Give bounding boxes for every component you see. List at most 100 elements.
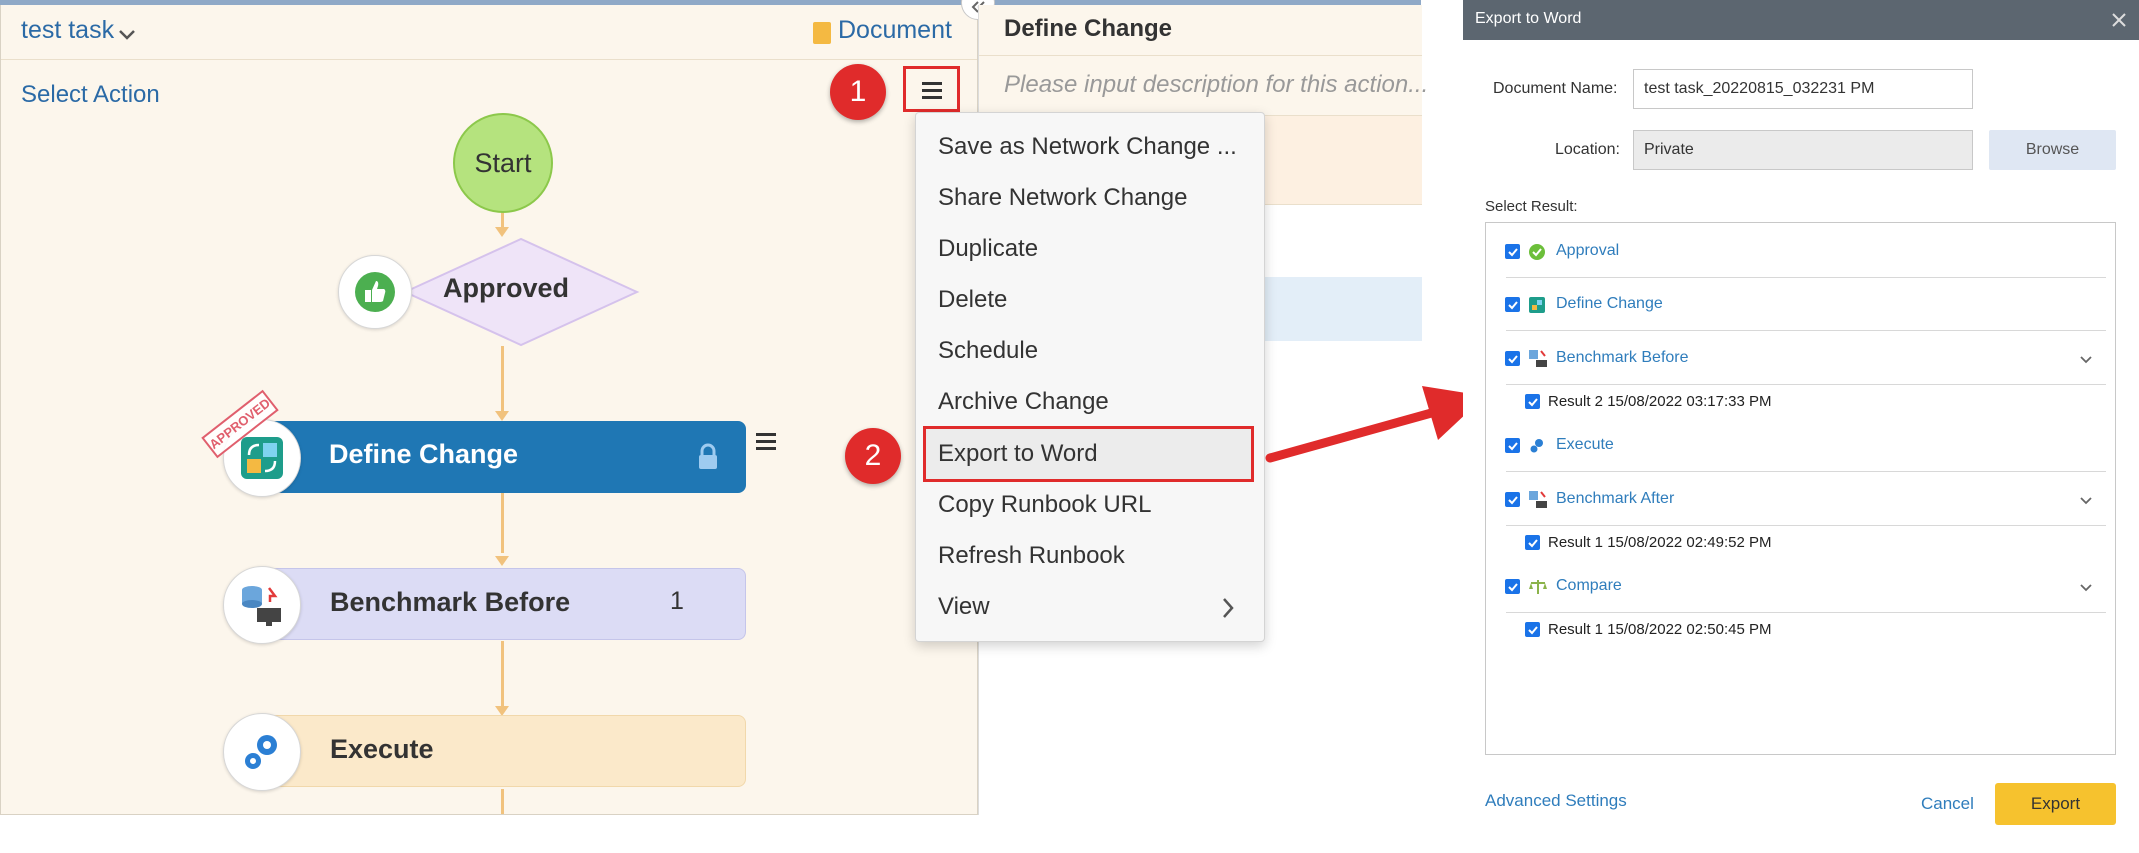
location-input: Private <box>1633 130 1973 170</box>
flow-connector <box>501 493 504 553</box>
detail-header: Define Change <box>979 5 1422 55</box>
result-separator <box>1506 330 2106 331</box>
execute-node-label: Execute <box>330 734 434 764</box>
result-separator <box>1506 471 2106 472</box>
execute-node-icon <box>223 713 301 791</box>
define-change-icon <box>241 437 283 479</box>
chevron-down-icon[interactable] <box>2079 353 2093 367</box>
execute-node[interactable]: Execute <box>251 715 746 787</box>
compare-result-checkbox[interactable] <box>1525 622 1540 637</box>
result-approval[interactable]: Approval <box>1556 242 1619 260</box>
browse-button[interactable]: Browse <box>1989 130 2116 170</box>
result-separator <box>1506 525 2106 526</box>
description-input[interactable]: Please input description for this action… <box>979 55 1428 115</box>
benchmark-after-checkbox[interactable] <box>1505 492 1520 507</box>
runbook-canvas: test task Document Select Action Start A… <box>0 0 978 815</box>
menu-item-save-as-network-change[interactable]: Save as Network Change ... <box>938 133 1237 161</box>
approval-checkbox[interactable] <box>1505 244 1520 259</box>
benchmark-icon <box>1529 491 1547 508</box>
benchmark-after-result-checkbox[interactable] <box>1525 535 1540 550</box>
runbook-header: test task Document <box>1 6 977 60</box>
menu-item-copy-runbook-url[interactable]: Copy Runbook URL <box>938 491 1151 519</box>
start-node[interactable]: Start <box>453 113 553 213</box>
benchmark-before-count: 1 <box>670 587 684 615</box>
compare-result[interactable]: Result 1 15/08/2022 02:50:45 PM <box>1548 621 1772 638</box>
node-menu-icon[interactable] <box>755 431 777 451</box>
runbook-title[interactable]: test task <box>21 16 114 45</box>
benchmark-before-node-icon <box>223 566 301 644</box>
result-separator <box>1506 277 2106 278</box>
start-node-label: Start <box>474 147 532 178</box>
document-name-input[interactable]: test task_20220815_032231 PM <box>1633 69 1973 109</box>
define-change-node-label: Define Change <box>329 439 519 469</box>
menu-item-schedule[interactable]: Schedule <box>938 337 1038 365</box>
menu-item-delete[interactable]: Delete <box>938 286 1007 314</box>
chevron-right-icon <box>1223 598 1234 618</box>
document-icon <box>813 22 831 44</box>
dialog-titlebar: Export to Word <box>1463 0 2139 40</box>
menu-item-view[interactable]: View <box>938 593 990 621</box>
benchmark-before-result[interactable]: Result 2 15/08/2022 03:17:33 PM <box>1548 393 1772 410</box>
close-icon[interactable] <box>2111 12 2127 28</box>
menu-item-refresh-runbook[interactable]: Refresh Runbook <box>938 542 1125 570</box>
define-change-icon <box>1529 297 1545 313</box>
benchmark-icon <box>242 586 281 626</box>
gears-icon <box>245 735 277 769</box>
approval-icon <box>1529 244 1545 260</box>
location-label: Location: <box>1555 141 1620 158</box>
runbook-context-menu: Save as Network Change ... Share Network… <box>915 112 1265 642</box>
result-separator <box>1506 612 2106 613</box>
approval-node-icon <box>338 255 412 329</box>
result-define-change[interactable]: Define Change <box>1556 295 1663 313</box>
chevron-down-icon[interactable] <box>2079 494 2093 508</box>
benchmark-before-result-checkbox[interactable] <box>1525 394 1540 409</box>
benchmark-after-result[interactable]: Result 1 15/08/2022 02:49:52 PM <box>1548 534 1772 551</box>
benchmark-before-checkbox[interactable] <box>1505 351 1520 366</box>
result-list: Approval Define Change Benchmark Before … <box>1485 222 2116 755</box>
cancel-button[interactable]: Cancel <box>1921 794 1974 814</box>
lock-icon <box>699 443 717 469</box>
result-benchmark-before[interactable]: Benchmark Before <box>1556 349 1689 367</box>
benchmark-before-node[interactable]: Benchmark Before 1 <box>251 568 746 640</box>
red-arrow <box>1265 386 1485 463</box>
benchmark-before-node-label: Benchmark Before <box>330 587 571 617</box>
document-link[interactable]: Document <box>838 16 952 45</box>
define-change-node[interactable]: Define Change <box>251 421 746 493</box>
define-change-checkbox[interactable] <box>1505 297 1520 312</box>
result-compare[interactable]: Compare <box>1556 577 1622 595</box>
result-execute[interactable]: Execute <box>1556 436 1614 454</box>
benchmark-icon <box>1529 350 1547 367</box>
export-to-word-dialog: Export to Word Document Name: test task_… <box>1463 0 2139 853</box>
menu-item-archive-change[interactable]: Archive Change <box>938 388 1109 416</box>
select-action-label: Select Action <box>21 81 160 108</box>
callout-1: 1 <box>830 64 886 120</box>
thumbs-up-icon <box>355 272 395 312</box>
runbook-menu-button[interactable] <box>903 66 960 112</box>
callout-2: 2 <box>845 428 901 484</box>
compare-checkbox[interactable] <box>1505 579 1520 594</box>
chevron-down-icon[interactable] <box>118 28 136 42</box>
detail-title: Define Change <box>1004 15 1173 42</box>
flow-connector <box>501 641 504 706</box>
advanced-settings-link[interactable]: Advanced Settings <box>1485 791 1627 811</box>
execute-checkbox[interactable] <box>1505 438 1520 453</box>
export-button[interactable]: Export <box>1995 783 2116 825</box>
result-benchmark-after[interactable]: Benchmark After <box>1556 490 1674 508</box>
flow-connector <box>501 789 504 814</box>
scale-icon <box>1529 580 1547 594</box>
gears-icon <box>1530 439 1543 453</box>
dialog-title: Export to Word <box>1475 10 1582 27</box>
hamburger-menu-icon <box>922 82 942 99</box>
approved-node-label: Approved <box>443 273 570 303</box>
result-separator <box>1506 384 2106 385</box>
flow-arrow <box>495 556 509 566</box>
flow-connector <box>501 346 504 414</box>
flow-arrow <box>495 411 509 421</box>
menu-item-share-network-change[interactable]: Share Network Change <box>938 184 1187 212</box>
menu-item-export-to-word[interactable]: Export to Word <box>938 440 1098 468</box>
chevron-down-icon[interactable] <box>2079 581 2093 595</box>
menu-item-duplicate[interactable]: Duplicate <box>938 235 1038 263</box>
select-result-label: Select Result: <box>1485 198 1578 215</box>
document-name-label: Document Name: <box>1493 80 1618 97</box>
description-placeholder: Please input description for this action… <box>1004 71 1429 98</box>
